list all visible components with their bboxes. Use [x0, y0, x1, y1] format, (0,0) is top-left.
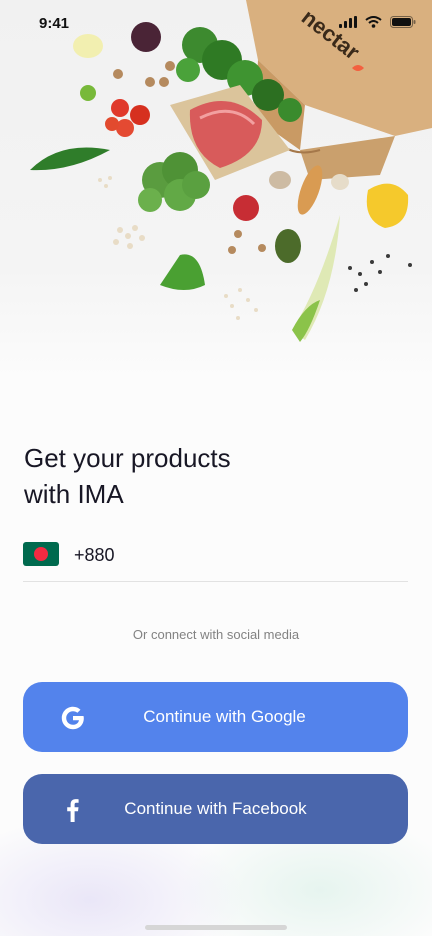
yellow-pepper: [366, 183, 409, 228]
tomato: [111, 99, 129, 117]
groceries-illustration: nectar: [30, 0, 432, 342]
broccoli: [138, 152, 210, 212]
status-icons: [339, 16, 416, 28]
google-button-label: Continue with Google: [143, 707, 306, 726]
apple: [233, 195, 259, 221]
status-bar: 9:41: [0, 0, 432, 48]
social-divider-text: Or connect with social media: [132, 627, 300, 642]
parsley: [160, 254, 205, 290]
page-title: Get your products with IMA: [24, 440, 324, 512]
facebook-button-label: Continue with Facebook: [124, 799, 307, 818]
onboarding-screen: nectar 9:41 Get your products with IMA +…: [0, 0, 432, 936]
spinach-leaf: [30, 147, 110, 171]
black-seeds: [348, 254, 412, 292]
wifi-icon: [365, 16, 382, 28]
title-line-2: with IMA: [24, 479, 124, 509]
lime: [80, 85, 96, 101]
avocado: [275, 229, 301, 263]
mushroom: [269, 171, 291, 189]
flag-circle: [34, 547, 48, 561]
bangladesh-flag-icon[interactable]: [23, 542, 59, 566]
battery-icon: [390, 16, 416, 28]
groceries-hero-image: nectar: [0, 0, 432, 380]
continue-with-facebook-button[interactable]: Continue with Facebook: [23, 774, 408, 844]
title-line-1: Get your products: [24, 443, 231, 473]
country-dial-code[interactable]: +880: [74, 545, 115, 566]
phone-number-field[interactable]: +880: [23, 540, 408, 582]
status-time: 9:41: [39, 15, 70, 32]
continue-with-google-button[interactable]: Continue with Google: [23, 682, 408, 752]
signal-icon: [339, 16, 357, 28]
home-indicator[interactable]: [145, 925, 287, 930]
